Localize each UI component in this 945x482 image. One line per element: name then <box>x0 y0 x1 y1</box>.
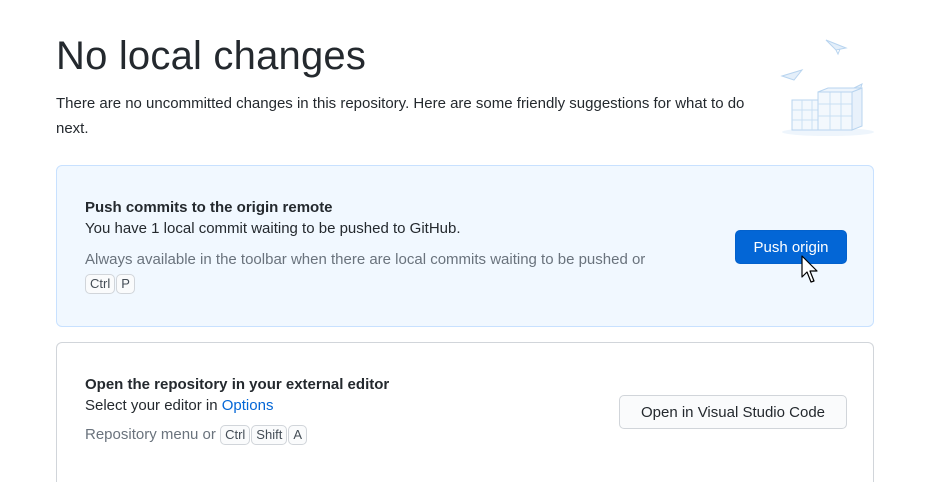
open-in-vscode-button[interactable]: Open in Visual Studio Code <box>619 395 847 429</box>
push-shortcut: Ctrl P <box>85 272 645 296</box>
push-card-title: Push commits to the origin remote <box>85 199 333 216</box>
push-card-hint: Always available in the toolbar when the… <box>85 248 645 272</box>
editor-card-title: Open the repository in your external edi… <box>85 376 390 393</box>
shortcut-key-ctrl: Ctrl <box>85 274 116 295</box>
shortcut-key-a: A <box>288 425 307 446</box>
push-card-text: Push commits to the origin remote You ha… <box>85 198 645 296</box>
editor-shortcut-hint: Repository menu or Ctrl Shift A <box>85 423 389 447</box>
editor-card-text: Open the repository in your external edi… <box>85 375 389 447</box>
open-editor-card: Open the repository in your external edi… <box>56 342 874 482</box>
no-local-changes-page: No local changes There are no uncommitte… <box>0 0 945 482</box>
page-title: No local changes <box>56 34 367 78</box>
options-link[interactable]: Options <box>222 397 274 414</box>
editor-card-description: Select your editor in Options <box>85 395 389 417</box>
push-origin-button[interactable]: Push origin <box>735 230 847 264</box>
mouse-pointer-icon <box>801 255 821 285</box>
page-description: There are no uncommitted changes in this… <box>56 95 745 137</box>
push-card-description: You have 1 local commit waiting to be pu… <box>85 220 461 237</box>
empty-changes-illustration-icon <box>778 34 880 138</box>
push-card-hint-text: Always available in the toolbar when the… <box>85 251 646 268</box>
shortcut-key-ctrl: Ctrl <box>220 425 251 446</box>
push-commits-card: Push commits to the origin remote You ha… <box>56 165 874 327</box>
editor-card-description-prefix: Select your editor in <box>85 397 218 414</box>
editor-card-hint-text: Repository menu or <box>85 426 216 443</box>
shortcut-key-p: P <box>116 274 135 295</box>
shortcut-key-shift: Shift <box>251 425 288 446</box>
